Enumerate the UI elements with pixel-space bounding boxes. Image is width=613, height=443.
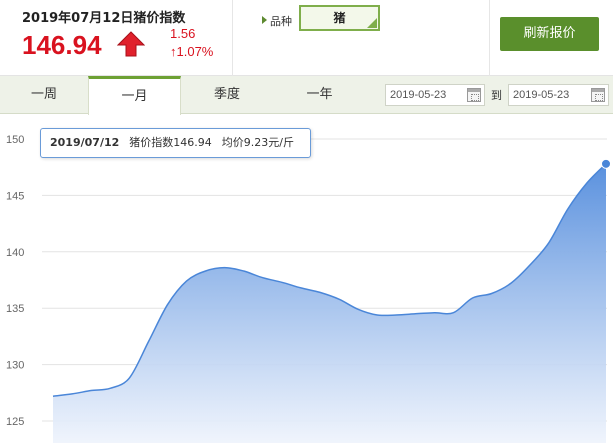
variety-value: 猪	[333, 11, 346, 25]
selected-corner-icon	[367, 18, 377, 28]
current-price: 146.94	[22, 30, 102, 60]
tab-month[interactable]: 一月	[88, 76, 181, 115]
price-chart: 125 130 135 140 145 150	[0, 115, 613, 443]
tooltip-average: 均价9.23元/斤	[221, 136, 294, 149]
y-tick-label: 150	[6, 134, 24, 146]
price-summary: 2019年07月12日猪价指数 146.94 1.56 ↑1.07%	[0, 0, 232, 76]
chart-tooltip: 2019/07/12 猪价指数146.94 均价9.23元/斤	[40, 128, 311, 158]
divider	[489, 0, 490, 76]
tab-year[interactable]: 一年	[273, 76, 366, 114]
start-date-value: 2019-05-23	[390, 89, 447, 101]
tab-week[interactable]: 一周	[0, 76, 88, 114]
tooltip-date: 2019/07/12	[50, 136, 120, 149]
y-tick-label: 140	[6, 247, 24, 259]
variety-select-button[interactable]: 猪	[299, 5, 380, 31]
header: 2019年07月12日猪价指数 146.94 1.56 ↑1.07% 品种 猪 …	[0, 0, 613, 76]
divider	[232, 0, 233, 76]
y-tick-label: 125	[6, 416, 24, 428]
series-area	[53, 163, 606, 443]
y-tick-label: 145	[6, 190, 24, 202]
start-date-input[interactable]: 2019-05-23	[385, 84, 485, 106]
y-tick-label: 135	[6, 303, 24, 315]
tooltip-index: 猪价指数146.94	[129, 136, 212, 149]
y-tick-label: 130	[6, 360, 24, 372]
up-arrow-icon	[117, 31, 145, 57]
triangle-right-icon	[262, 16, 267, 24]
refresh-quote-button[interactable]: 刷新报价	[500, 17, 599, 51]
price-chart-svg: 125 130 135 140 145 150	[6, 134, 611, 443]
calendar-icon[interactable]	[591, 88, 605, 102]
index-title: 2019年07月12日猪价指数	[22, 11, 186, 26]
end-date-value: 2019-05-23	[513, 89, 570, 101]
price-change-percent: ↑1.07%	[170, 44, 214, 59]
calendar-icon[interactable]	[467, 88, 481, 102]
highlighted-data-point[interactable]	[601, 158, 611, 169]
variety-label: 品种	[262, 13, 292, 29]
tab-quarter[interactable]: 季度	[181, 76, 273, 114]
to-label: 到	[491, 89, 502, 102]
end-date-input[interactable]: 2019-05-23	[508, 84, 609, 106]
price-change: 1.56	[170, 26, 196, 41]
